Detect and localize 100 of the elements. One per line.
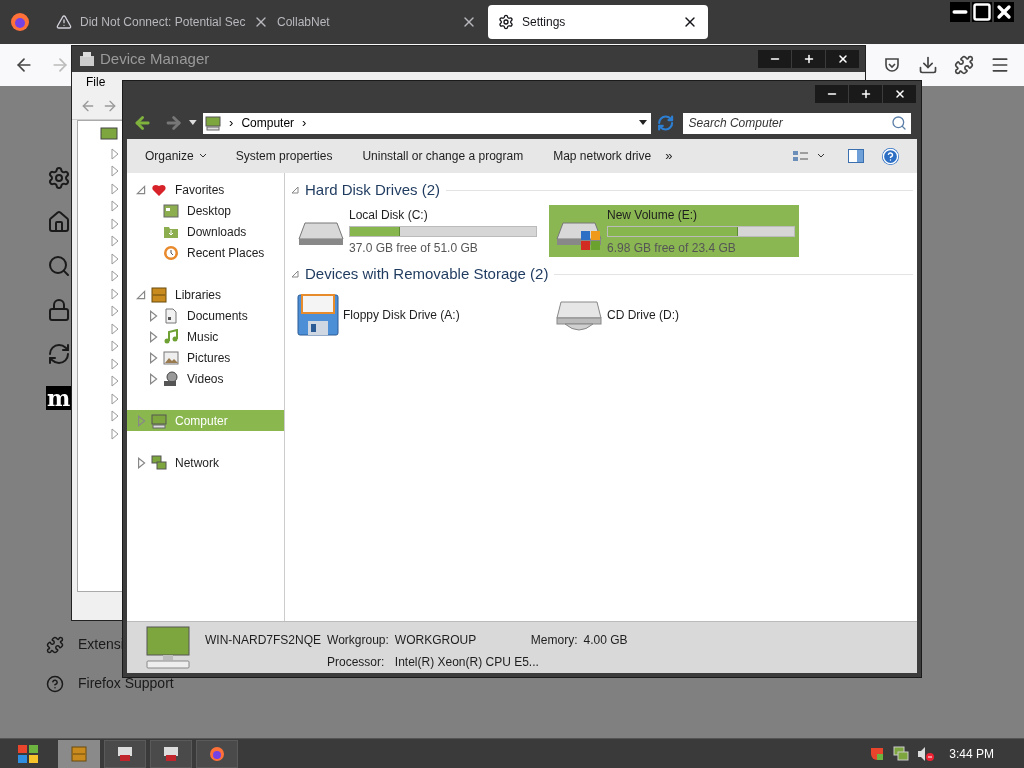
breadcrumb-separator[interactable]: › xyxy=(229,113,234,133)
drive-item[interactable]: CD Drive (D:) xyxy=(549,289,799,341)
drive-item[interactable]: New Volume (E:) 6.98 GB free of 23.4 GB xyxy=(549,205,799,257)
expand-arrow-icon[interactable] xyxy=(110,321,120,336)
download-icon[interactable] xyxy=(918,55,938,75)
browser-tab[interactable]: CollabNet xyxy=(267,5,487,39)
view-options-icon[interactable] xyxy=(792,149,824,163)
help-icon[interactable] xyxy=(882,147,899,165)
expand-arrow-icon[interactable] xyxy=(110,391,120,406)
shield-icon[interactable] xyxy=(883,56,901,74)
minimize-button[interactable] xyxy=(815,85,848,103)
collapse-arrow-icon[interactable] xyxy=(135,288,147,301)
expand-arrow-icon[interactable] xyxy=(110,356,120,371)
minimize-icon[interactable] xyxy=(950,2,970,22)
nav-item[interactable]: Videos xyxy=(127,368,284,389)
settings-icon xyxy=(498,14,514,30)
nav-item[interactable]: Network xyxy=(127,452,284,473)
expand-arrow-icon[interactable] xyxy=(110,146,120,161)
taskbar-button[interactable] xyxy=(150,739,192,768)
breadcrumb[interactable]: Computer xyxy=(241,114,295,132)
menu-item[interactable]: File xyxy=(86,73,106,91)
search-icon[interactable] xyxy=(890,114,907,131)
expand-arrow-icon[interactable] xyxy=(110,304,120,318)
nav-item[interactable]: Libraries xyxy=(127,284,284,305)
extensions-icon xyxy=(46,635,64,654)
logo-mark[interactable]: m xyxy=(46,386,72,410)
library-icon xyxy=(71,745,87,762)
close-icon[interactable] xyxy=(994,2,1014,22)
search-field[interactable]: Search Computer xyxy=(682,112,911,134)
close-button[interactable] xyxy=(826,50,859,68)
home-icon[interactable] xyxy=(46,210,71,234)
browser-tab[interactable]: Settings xyxy=(488,5,708,39)
expand-arrow-icon[interactable] xyxy=(147,372,159,385)
expand-arrow-icon[interactable] xyxy=(147,330,159,343)
browser-logo-icon[interactable] xyxy=(10,12,30,32)
network-icon[interactable] xyxy=(893,745,910,762)
computer-icon xyxy=(100,127,118,143)
volume-muted-icon[interactable] xyxy=(917,745,936,762)
expand-arrow-icon[interactable] xyxy=(110,251,120,266)
sync-icon[interactable] xyxy=(46,342,71,366)
computer-icon xyxy=(151,412,167,429)
expand-arrow-icon[interactable] xyxy=(147,351,159,364)
expand-arrow-icon[interactable] xyxy=(110,216,120,231)
group-header[interactable]: Hard Disk Drives (2) xyxy=(305,178,440,202)
footer-link[interactable]: Firefox Support xyxy=(78,673,174,694)
collapse-arrow-icon[interactable] xyxy=(135,183,147,196)
detail-value: Intel(R) Xeon(R) CPU E5... xyxy=(394,654,540,671)
address-bar[interactable]: › Computer › xyxy=(203,112,652,134)
free-space: 37.0 GB free of 51.0 GB xyxy=(349,239,479,257)
close-button[interactable] xyxy=(883,85,916,103)
expand-arrow-icon[interactable] xyxy=(110,181,120,196)
expand-arrow-icon[interactable] xyxy=(110,409,120,423)
drive-item[interactable]: Local Disk (C:) 37.0 GB free of 51.0 GB xyxy=(291,205,541,257)
nav-item[interactable]: Favorites xyxy=(127,179,284,200)
expand-arrow-icon[interactable] xyxy=(110,269,120,283)
toolbar-button[interactable]: System properties xyxy=(235,147,333,165)
collapse-arrow-icon[interactable] xyxy=(291,270,299,278)
expand-arrow-icon[interactable] xyxy=(110,374,120,388)
expand-arrow-icon[interactable] xyxy=(135,456,147,469)
extensions-icon[interactable] xyxy=(954,55,974,75)
expand-arrow-icon[interactable] xyxy=(110,426,120,441)
breadcrumb-separator[interactable]: › xyxy=(302,113,307,133)
expand-arrow-icon[interactable] xyxy=(110,339,120,353)
group-header[interactable]: Devices with Removable Storage (2) xyxy=(305,262,549,286)
menu-icon[interactable] xyxy=(990,55,1010,75)
nav-item[interactable]: Music xyxy=(127,326,284,347)
toolbar-button[interactable]: Map network drive xyxy=(553,147,652,165)
drive-item[interactable]: Floppy Disk Drive (A:) xyxy=(291,289,541,341)
nav-item[interactable]: Downloads xyxy=(127,221,284,242)
expand-arrow-icon[interactable] xyxy=(110,199,120,213)
minimize-button[interactable] xyxy=(758,50,791,68)
expand-arrow-icon[interactable] xyxy=(110,286,120,301)
lock-icon[interactable] xyxy=(46,298,71,322)
nav-item[interactable]: Documents xyxy=(127,305,284,326)
more-button[interactable]: » xyxy=(665,146,673,166)
film-reel-icon xyxy=(163,370,179,387)
taskbar-button[interactable] xyxy=(196,739,238,768)
collapse-arrow-icon[interactable] xyxy=(291,186,299,194)
clock[interactable]: 3:44 PM xyxy=(949,744,994,763)
settings-icon[interactable] xyxy=(46,166,71,190)
refresh-icon[interactable] xyxy=(657,114,675,132)
start-button[interactable] xyxy=(16,742,40,765)
shield-icon[interactable] xyxy=(869,745,886,762)
toolbar-button[interactable]: Organize xyxy=(145,147,206,165)
detail-label: Processor: xyxy=(327,654,386,671)
nav-item[interactable]: Pictures xyxy=(127,347,284,368)
nav-item[interactable]: Recent Places xyxy=(127,242,284,263)
toolbar-button[interactable]: Uninstall or change a program xyxy=(362,147,524,165)
preview-pane-icon[interactable] xyxy=(848,149,864,163)
browser-tab[interactable]: Did Not Connect: Potential Sec xyxy=(46,5,266,39)
taskbar-button[interactable] xyxy=(58,739,100,768)
nav-item[interactable]: Desktop xyxy=(127,200,284,221)
expand-arrow-icon[interactable] xyxy=(147,309,159,322)
restore-icon[interactable] xyxy=(972,2,992,22)
expand-arrow-icon[interactable] xyxy=(110,234,120,248)
search-icon[interactable] xyxy=(46,254,71,278)
maximize-button[interactable] xyxy=(792,50,825,68)
expand-arrow-icon[interactable] xyxy=(110,164,120,178)
taskbar-button[interactable] xyxy=(104,739,146,768)
maximize-button[interactable] xyxy=(849,85,882,103)
